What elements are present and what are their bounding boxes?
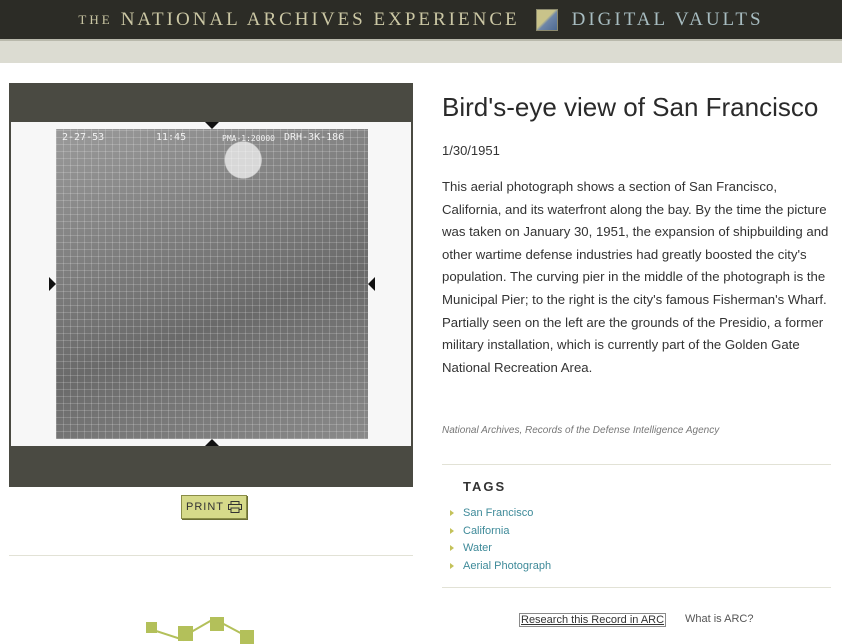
fiducial-top-icon (205, 122, 219, 136)
tags-heading: TAGS (463, 479, 507, 494)
photo-caption-scale: PMA-1:20000 (222, 134, 275, 143)
tag-item[interactable]: San Francisco (449, 507, 551, 525)
aerial-photograph[interactable]: 2-27-53 11:45 PMA-1:20000 DRH-3K-186 (49, 122, 375, 446)
fiducial-left-icon (49, 277, 63, 291)
site-header: THE NATIONAL ARCHIVES EXPERIENCE DIGITAL… (0, 0, 842, 39)
header-section[interactable]: DIGITAL VAULTS (572, 9, 764, 31)
divider (9, 555, 413, 556)
tag-item[interactable]: Water (449, 542, 551, 560)
header-brand[interactable]: NATIONAL ARCHIVES EXPERIENCE (121, 9, 520, 31)
tag-label[interactable]: Water (463, 542, 492, 554)
tag-arrow-icon (450, 527, 454, 534)
record-description: This aerial photograph shows a section o… (442, 179, 829, 375)
logo-icon[interactable] (535, 8, 558, 31)
tag-list: San Francisco California Water Aerial Ph… (449, 507, 551, 577)
fiducial-right-icon (361, 277, 375, 291)
record-date: 1/30/1951 (442, 143, 500, 158)
tag-label[interactable]: Aerial Photograph (463, 560, 551, 572)
research-arc-link[interactable]: Research this Record in ARC (519, 613, 667, 627)
tag-item[interactable]: Aerial Photograph (449, 560, 551, 578)
what-is-arc-link[interactable]: What is ARC? (685, 613, 753, 625)
nav-bar (0, 39, 842, 63)
photo-caption-time: 11:45 (156, 132, 187, 143)
tag-label[interactable]: California (463, 525, 509, 537)
tag-arrow-icon (450, 545, 454, 551)
tag-arrow-icon (450, 510, 454, 516)
tag-arrow-icon (450, 562, 454, 569)
print-button[interactable]: PRINT (181, 495, 247, 519)
photo-mat: 2-27-53 11:45 PMA-1:20000 DRH-3K-186 (11, 122, 411, 446)
photo-caption-id: DRH-3K-186 (284, 132, 345, 143)
record-credit: National Archives, Records of the Defens… (442, 425, 720, 436)
print-label: PRINT (186, 501, 224, 513)
record-title: Bird's-eye view of San Francisco (442, 92, 819, 122)
photo-caption-date: 2-27-53 (62, 132, 105, 143)
tag-label[interactable]: San Francisco (463, 507, 533, 519)
related-graphic (130, 610, 310, 644)
printer-icon (228, 501, 242, 513)
divider (442, 587, 831, 588)
fiducial-bottom-icon (205, 432, 219, 446)
header-prefix: THE (78, 11, 113, 27)
image-viewer: 2-27-53 11:45 PMA-1:20000 DRH-3K-186 (9, 83, 413, 487)
tag-item[interactable]: California (449, 525, 551, 543)
divider (442, 464, 831, 465)
